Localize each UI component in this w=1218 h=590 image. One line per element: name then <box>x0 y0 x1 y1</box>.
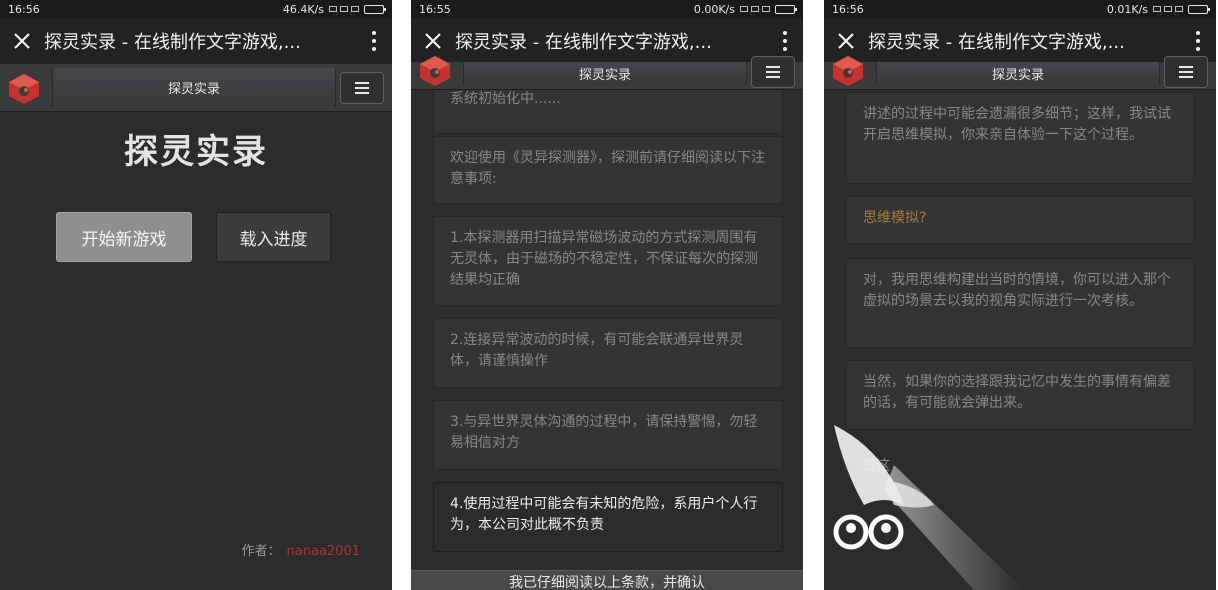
nav-brand[interactable]: 探灵实录 <box>52 68 336 107</box>
hamburger-menu-icon[interactable] <box>751 56 795 88</box>
signal-icons <box>329 6 359 12</box>
network-speed: 46.4K/s <box>282 2 324 16</box>
message-text: 1.本探测器用扫描异常磁场波动的方式探测周围有无灵体，由于磁场的不稳定性，不保证… <box>450 230 758 288</box>
signal-icons <box>1153 6 1183 12</box>
battery-icon <box>775 4 797 14</box>
message-text: 讲述的过程中可能会遗漏很多细节；这样，我试试开启思维模拟，你来亲自体验一下这个过… <box>863 106 1171 143</box>
message-card: 欢迎使用《灵异探测器》，探测前请仔细阅读以下注意事项: <box>433 136 783 204</box>
new-game-button[interactable]: 开始新游戏 <box>56 212 192 262</box>
message-text: 2.连接异常波动的时候，有可能会联通异世界灵体，请谨慎操作 <box>450 332 744 369</box>
nav-brand[interactable]: 探灵实录 <box>876 62 1160 85</box>
status-time: 16:56 <box>832 2 864 16</box>
browser-title: 探灵实录 - 在线制作文字游戏,... <box>455 32 712 53</box>
author-label: 作者： <box>241 544 281 559</box>
message-card: 当然，如果你的选择跟我记忆中发生的事情有偏差的话，有可能就会弹出来。 <box>846 360 1194 430</box>
network-speed: 0.00K/s <box>693 2 735 16</box>
message-card: 对，我用思维构建出当时的情境，你可以进入那个虚拟的场景去以我的视角实际进行一次考… <box>846 258 1194 348</box>
message-card: 讲述的过程中可能会遗漏很多细节；这样，我试试开启思维模拟，你来亲自体验一下这个过… <box>846 92 1194 184</box>
partial-message-text: 是这 <box>862 458 890 474</box>
status-bar: 16:56 46.4K/s <box>0 0 392 18</box>
hamburger-menu-icon[interactable] <box>1164 56 1208 88</box>
nav-brand[interactable]: 探灵实录 <box>463 62 747 85</box>
logo-icon[interactable] <box>6 72 42 106</box>
phone-screen-disclaimer: 系统初始化中...... 欢迎使用《灵异探测器》，探测前请仔细阅读以下注意事项:… <box>411 0 803 590</box>
site-navbar: 探灵实录 <box>824 56 1216 90</box>
browser-titlebar: 探灵实录 - 在线制作文字游戏,... <box>824 18 1216 64</box>
status-bar: 16:55 0.00K/s <box>411 0 803 18</box>
browser-titlebar: 探灵实录 - 在线制作文字游戏,... <box>0 18 392 64</box>
logo-icon[interactable] <box>417 54 453 88</box>
phone-screen-title: 16:56 46.4K/s 探灵实录 - 在线制作文字游戏,... 探灵实录 探… <box>0 0 392 590</box>
hamburger-menu-icon[interactable] <box>340 72 384 104</box>
message-text: 4.使用过程中可能会有未知的危险，系用户个人行为，本公司对此概不负责 <box>450 496 758 533</box>
status-time: 16:56 <box>8 2 40 16</box>
site-navbar: 探灵实录 <box>0 64 392 112</box>
confirm-button[interactable]: 我已仔细阅读以上条款，并确认 <box>411 570 803 590</box>
message-text: 欢迎使用《灵异探测器》，探测前请仔细阅读以下注意事项: <box>450 150 765 187</box>
status-indicators: 46.4K/s <box>282 2 386 16</box>
message-card: 2.连接异常波动的时候，有可能会联通异世界灵体，请谨慎操作 <box>433 318 783 388</box>
browser-title: 探灵实录 - 在线制作文字游戏,... <box>868 32 1125 53</box>
logo-icon[interactable] <box>830 54 866 88</box>
site-navbar: 探灵实录 <box>411 56 803 90</box>
game-title: 探灵实录 <box>124 132 268 172</box>
network-speed: 0.01K/s <box>1106 2 1148 16</box>
close-icon[interactable] <box>0 18 44 64</box>
choice-option[interactable]: 思维模拟? <box>846 196 1194 244</box>
status-bar: 16:56 0.01K/s <box>824 0 1216 18</box>
message-card-active: 4.使用过程中可能会有未知的危险，系用户个人行为，本公司对此概不负责 <box>433 482 783 552</box>
more-options-icon[interactable] <box>356 18 392 64</box>
status-time: 16:55 <box>419 2 451 16</box>
signal-icons <box>740 6 770 12</box>
battery-icon <box>364 4 386 14</box>
message-card: 1.本探测器用扫描异常磁场波动的方式探测周围有无灵体，由于磁场的不稳定性，不保证… <box>433 216 783 306</box>
battery-icon <box>1188 4 1210 14</box>
load-progress-button[interactable]: 载入进度 <box>216 212 331 262</box>
author-credit: 作者： nanaa2001 <box>242 540 360 559</box>
status-indicators: 0.01K/s <box>1106 2 1210 16</box>
message-text: 系统初始化中...... <box>450 91 561 107</box>
message-text: 当然，如果你的选择跟我记忆中发生的事情有偏差的话，有可能就会弹出来。 <box>863 374 1171 411</box>
browser-title: 探灵实录 - 在线制作文字游戏,... <box>44 32 301 53</box>
message-text: 3.与异世界灵体沟通的过程中，请保持警惕，勿轻易相信对方 <box>450 414 758 451</box>
message-text: 对，我用思维构建出当时的情境，你可以进入那个虚拟的场景去以我的视角实际进行一次考… <box>863 272 1171 309</box>
status-indicators: 0.00K/s <box>693 2 797 16</box>
browser-titlebar: 探灵实录 - 在线制作文字游戏,... <box>411 18 803 64</box>
message-card: 3.与异世界灵体沟通的过程中，请保持警惕，勿轻易相信对方 <box>433 400 783 470</box>
author-name[interactable]: nanaa2001 <box>287 544 360 559</box>
phone-screen-story: 讲述的过程中可能会遗漏很多细节；这样，我试试开启思维模拟，你来亲自体验一下这个过… <box>824 0 1216 590</box>
choice-text[interactable]: 思维模拟? <box>863 210 926 226</box>
